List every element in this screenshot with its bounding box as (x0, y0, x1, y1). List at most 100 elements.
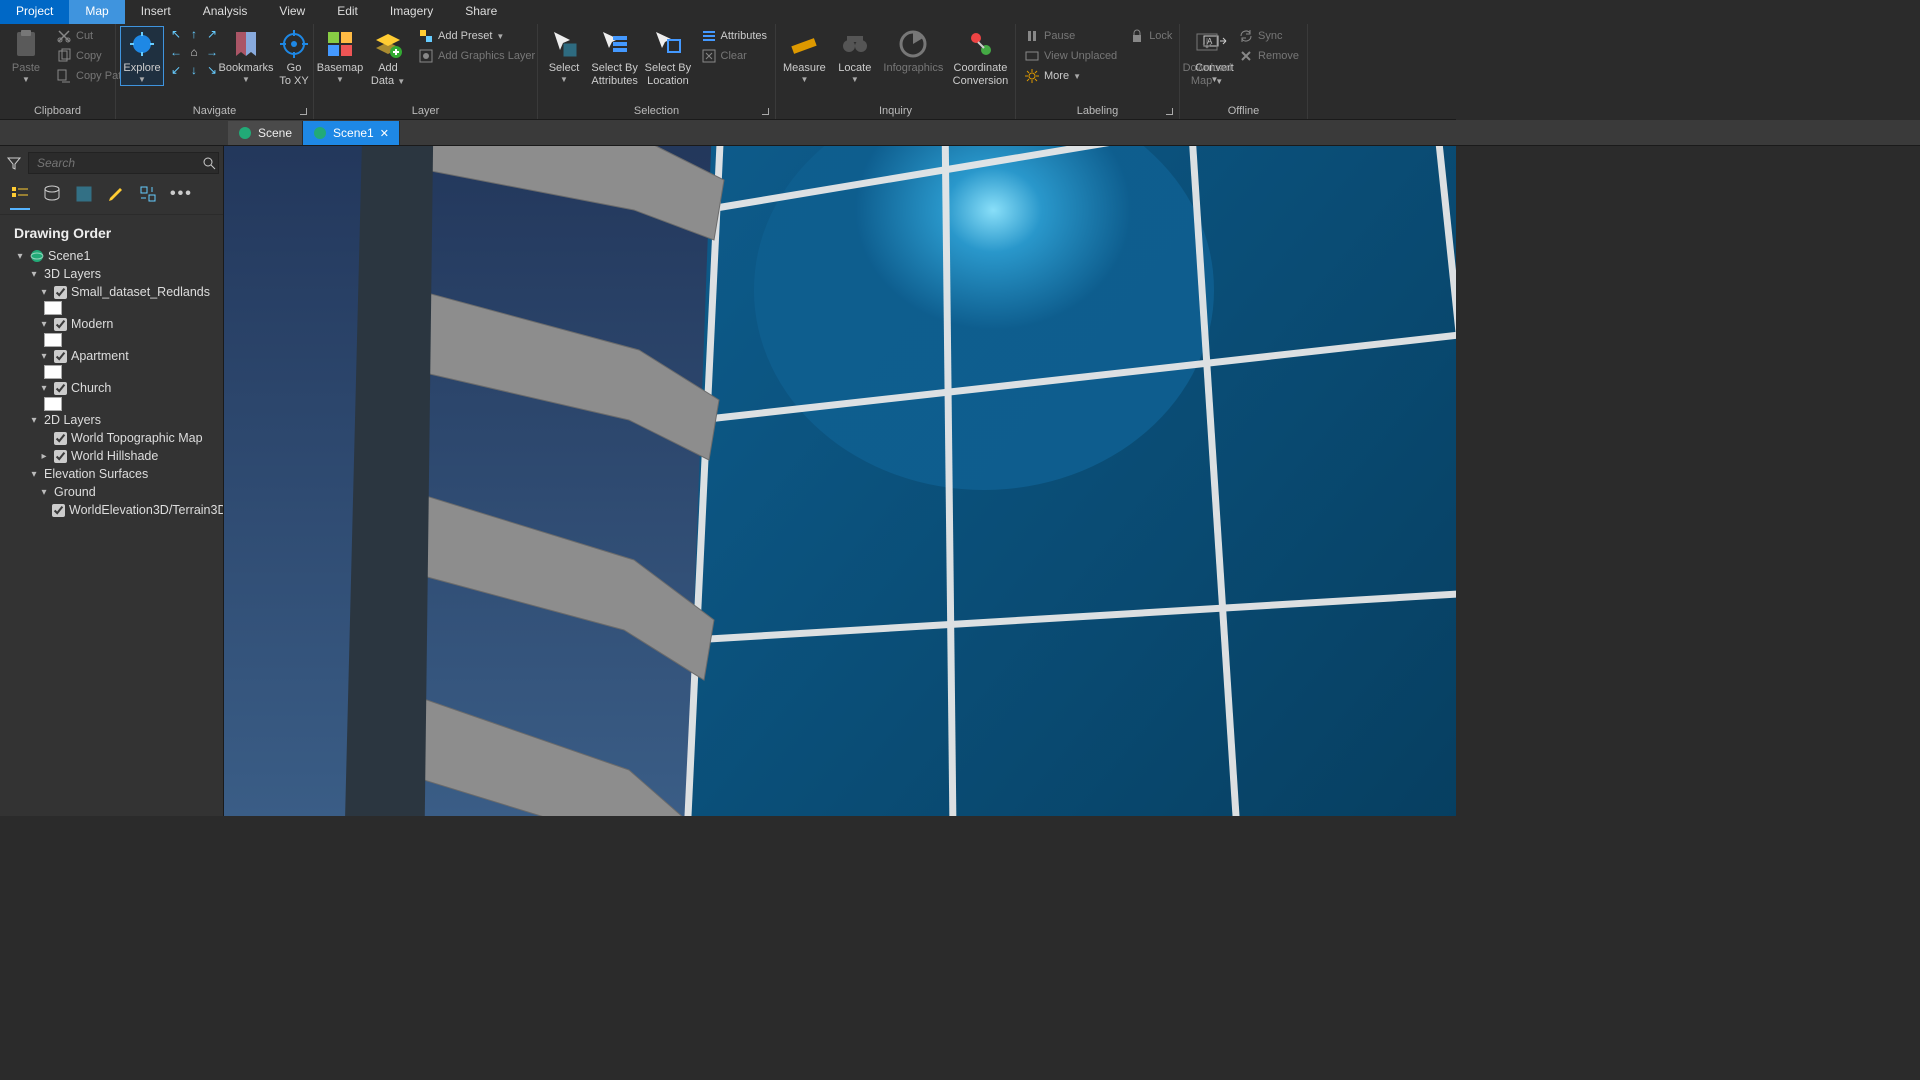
layer-checkbox[interactable] (54, 286, 67, 299)
layer-checkbox[interactable] (54, 450, 67, 463)
globe-icon (30, 249, 44, 263)
expand-icon[interactable]: ▾ (28, 415, 40, 426)
explore-button[interactable]: Explore ▼ (120, 26, 164, 86)
symbology-swatch[interactable] (44, 301, 62, 315)
copy-icon (56, 48, 72, 64)
tab-insert[interactable]: Insert (125, 0, 187, 24)
list-by-selection-button[interactable] (74, 184, 94, 204)
basemap-button[interactable]: Basemap ▼ (318, 26, 362, 86)
measure-button[interactable]: Measure ▼ (780, 26, 829, 86)
infographics-icon (897, 28, 929, 60)
tree-3d-layers[interactable]: ▾ 3D Layers (4, 265, 223, 283)
layer-checkbox[interactable] (54, 350, 67, 363)
more-labeling-button[interactable]: More ▼ (1020, 66, 1121, 86)
tab-analysis[interactable]: Analysis (187, 0, 264, 24)
expand-icon[interactable]: ▸ (38, 451, 50, 462)
nav-n-icon[interactable]: ↑ (186, 26, 202, 42)
tree-elevation-surfaces[interactable]: ▾ Elevation Surfaces (4, 465, 223, 483)
layer-checkbox[interactable] (52, 504, 65, 517)
locate-button[interactable]: Locate ▼ (833, 26, 877, 86)
expand-icon[interactable]: ▾ (38, 383, 50, 394)
tree-2d-layers[interactable]: ▾ 2D Layers (4, 411, 223, 429)
nav-ne-icon[interactable]: ↗ (204, 26, 220, 42)
bookmarks-button[interactable]: Bookmarks ▼ (224, 26, 268, 86)
nav-center-icon[interactable]: ⌂ (186, 44, 202, 60)
group-navigate: Explore ▼ ↖ ↑ ↗ ← ⌂ → ↙ ↓ ↘ Bookmarks ▼ (116, 24, 314, 119)
attributes-button[interactable]: Attributes (697, 26, 771, 46)
search-icon[interactable] (201, 155, 217, 171)
add-data-button[interactable]: AddData ▼ (366, 26, 410, 90)
tab-map[interactable]: Map (69, 0, 124, 24)
scene-viewport[interactable] (224, 120, 1456, 816)
chevron-down-icon: ▼ (851, 75, 859, 84)
add-preset-button[interactable]: Add Preset ▼ (414, 26, 539, 46)
tree-layer-church[interactable]: ▾ Church (4, 379, 223, 397)
tree-layer-world-elevation[interactable]: WorldElevation3D/Terrain3D (4, 501, 223, 519)
group-launcher-navigate[interactable] (297, 105, 309, 117)
doc-tab-scene1[interactable]: Scene1 ✕ (303, 121, 400, 145)
more-toolbar-button[interactable]: ••• (170, 185, 193, 203)
group-launcher-labeling[interactable] (1163, 105, 1175, 117)
nav-w-icon[interactable]: ← (168, 44, 184, 60)
paste-button[interactable]: Paste ▼ (4, 26, 48, 86)
nav-nw-icon[interactable]: ↖ (168, 26, 184, 42)
close-tab-icon[interactable]: ✕ (380, 127, 389, 140)
tree-ground[interactable]: ▾ Ground (4, 483, 223, 501)
lock-icon (1129, 28, 1145, 44)
tab-edit[interactable]: Edit (321, 0, 374, 24)
nav-s-icon[interactable]: ↓ (186, 62, 202, 78)
expand-icon[interactable]: ▾ (38, 319, 50, 330)
select-button[interactable]: Select ▼ (542, 26, 586, 86)
view-unplaced-button[interactable]: View Unplaced (1020, 46, 1121, 66)
contents-search-row (0, 148, 223, 178)
tree-layer-world-topo[interactable]: ▸ World Topographic Map (4, 429, 223, 447)
crosshair-icon (278, 28, 310, 60)
contents-search-input[interactable] (28, 152, 219, 174)
infographics-button[interactable]: Infographics (881, 26, 946, 77)
symbology-swatch[interactable] (44, 333, 62, 347)
select-by-location-button[interactable]: Select ByLocation (643, 26, 692, 90)
doc-tab-scene[interactable]: Scene (228, 121, 303, 145)
tree-layer-world-hillshade[interactable]: ▸ World Hillshade (4, 447, 223, 465)
add-graphics-layer-button[interactable]: Add Graphics Layer (414, 46, 539, 66)
go-to-xy-button[interactable]: GoTo XY (272, 26, 316, 90)
list-by-drawing-order-button[interactable] (10, 184, 30, 204)
list-by-editing-button[interactable] (106, 184, 126, 204)
nav-sw-icon[interactable]: ↙ (168, 62, 184, 78)
expand-icon[interactable]: ▾ (28, 269, 40, 280)
clear-selection-button[interactable]: Clear (697, 46, 771, 66)
filter-icon[interactable] (6, 155, 22, 171)
layer-checkbox[interactable] (54, 318, 67, 331)
clear-icon (701, 48, 717, 64)
symbology-swatch[interactable] (44, 397, 62, 411)
chevron-down-icon: ▼ (496, 32, 504, 41)
add-data-icon (372, 28, 404, 60)
layer-checkbox[interactable] (54, 382, 67, 395)
expand-icon[interactable]: ▾ (38, 487, 50, 498)
select-by-attributes-button[interactable]: Select ByAttributes (590, 26, 639, 90)
symbology-swatch[interactable] (44, 365, 62, 379)
tree-scene-root[interactable]: ▾ Scene1 (4, 247, 223, 265)
tree-layer-modern[interactable]: ▾ Modern (4, 315, 223, 333)
pause-labeling-button[interactable]: Pause (1020, 26, 1121, 46)
group-launcher-selection[interactable] (759, 105, 771, 117)
list-by-data-source-button[interactable] (42, 184, 62, 204)
tree-layer-small-dataset[interactable]: ▾ Small_dataset_Redlands (4, 283, 223, 301)
coordinate-conversion-button[interactable]: CoordinateConversion (950, 26, 1011, 90)
tree-layer-apartment[interactable]: ▾ Apartment (4, 347, 223, 365)
expand-icon[interactable]: ▾ (28, 469, 40, 480)
tab-project[interactable]: Project (0, 0, 69, 24)
lock-labeling-button[interactable]: Lock (1125, 26, 1176, 46)
remove-button[interactable]: Remove (1234, 46, 1303, 66)
sync-button[interactable]: Sync (1234, 26, 1303, 46)
tab-share[interactable]: Share (449, 0, 513, 24)
expand-icon[interactable]: ▾ (38, 351, 50, 362)
nav-e-icon[interactable]: → (204, 44, 220, 60)
tab-imagery[interactable]: Imagery (374, 0, 449, 24)
tab-view[interactable]: View (263, 0, 321, 24)
expand-icon[interactable]: ▾ (14, 251, 26, 262)
list-by-snapping-button[interactable] (138, 184, 158, 204)
download-map-button[interactable]: DownloadMap ▼ (1184, 26, 1230, 90)
layer-checkbox[interactable] (54, 432, 67, 445)
expand-icon[interactable]: ▾ (38, 287, 50, 298)
